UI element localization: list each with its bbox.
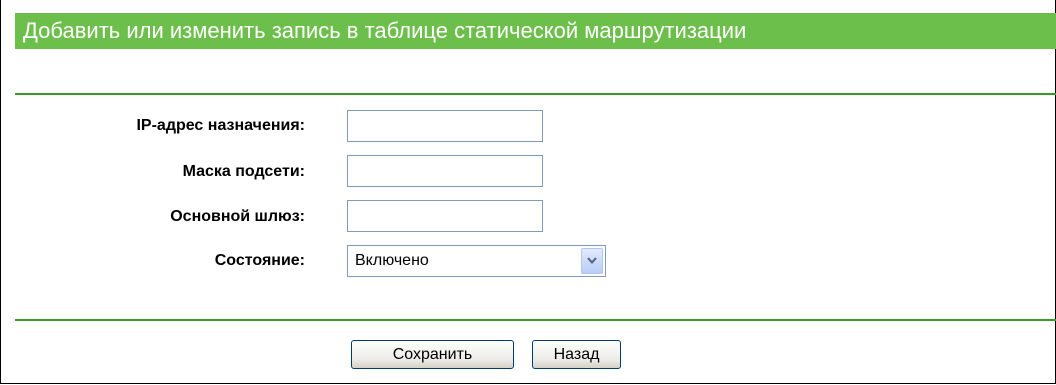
back-button[interactable]: Назад bbox=[532, 340, 621, 369]
dest-ip-label: IP-адрес назначения: bbox=[136, 117, 305, 134]
gateway-input[interactable] bbox=[347, 200, 543, 232]
status-label: Состояние: bbox=[214, 252, 305, 269]
route-edit-panel: Добавить или изменить запись в таблице с… bbox=[0, 0, 1056, 384]
status-selected-value: Включено bbox=[355, 252, 429, 269]
separator-top bbox=[15, 93, 1056, 95]
dest-ip-input[interactable] bbox=[347, 110, 543, 142]
chevron-down-icon bbox=[587, 257, 597, 265]
subnet-mask-label: Маска подсети: bbox=[182, 163, 305, 180]
status-select[interactable]: Включено bbox=[347, 245, 606, 277]
gateway-label: Основной шлюз: bbox=[170, 208, 305, 225]
save-button[interactable]: Сохранить bbox=[351, 340, 514, 369]
subnet-mask-input[interactable] bbox=[347, 155, 543, 187]
page-title: Добавить или изменить запись в таблице с… bbox=[23, 18, 747, 43]
dropdown-button[interactable] bbox=[581, 248, 603, 274]
separator-bottom bbox=[15, 319, 1056, 321]
